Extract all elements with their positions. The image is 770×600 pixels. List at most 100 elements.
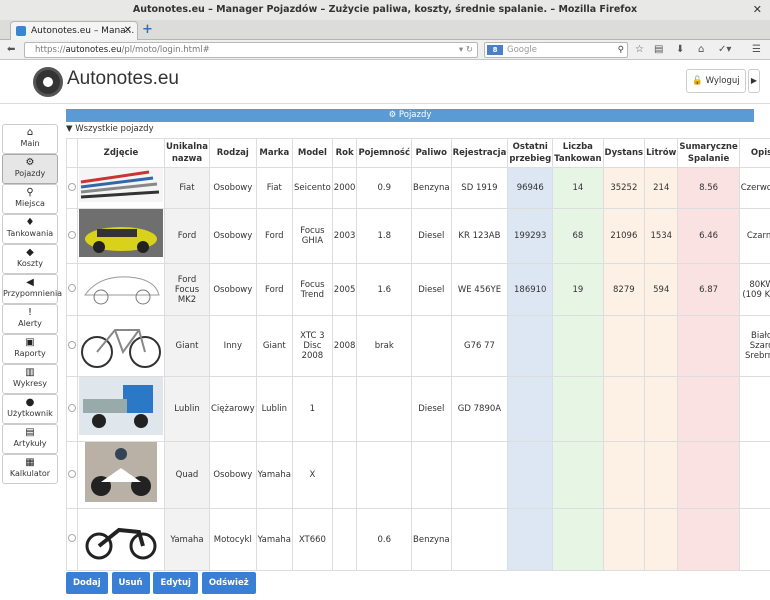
sidebar-item-label: Main (20, 139, 40, 148)
cell-rok (331, 508, 358, 571)
cell-rok (331, 376, 358, 442)
sidebar-item-label: Tankowania (6, 229, 54, 238)
cell-dystans (602, 441, 646, 509)
sidebar-item-main[interactable]: ⌂ Main (2, 124, 58, 154)
column-header: Marka (255, 138, 293, 168)
sidebar-item-artykuły[interactable]: ▤ Artykuły (2, 424, 58, 454)
column-header: Zdjęcie (77, 138, 165, 168)
cell-rodzaj: Motocykl (208, 508, 257, 571)
column-header (66, 138, 78, 168)
new-tab-button[interactable]: + (142, 20, 153, 39)
menu-icon[interactable]: ☰ (752, 42, 761, 58)
add-button[interactable]: Dodaj (66, 572, 108, 594)
row-select-cell[interactable] (66, 508, 78, 571)
row-radio[interactable] (68, 403, 76, 412)
sidebar-item-raporty[interactable]: ▣ Raporty (2, 334, 58, 364)
extension-icon[interactable]: ✓▾ (718, 42, 731, 58)
sidebar-item-pojazdy[interactable]: ⚙ Pojazdy (2, 154, 58, 184)
sidebar-item-użytkownik[interactable]: ● Użytkownik (2, 394, 58, 424)
tab-bar: Autonotes.eu – Mana... ✕ + (0, 20, 770, 40)
download-icon[interactable]: ⬇ (676, 42, 684, 58)
cell-rodzaj: Ciężarowy (208, 376, 257, 442)
cell-opis (738, 508, 770, 571)
row-radio[interactable] (68, 534, 76, 542)
cell-model: XT660 (291, 508, 333, 571)
sidebar-item-label: Alerty (18, 319, 42, 328)
cell-poj: 0.9 (356, 167, 413, 209)
expand-button[interactable]: ▶ (748, 69, 760, 93)
table-row[interactable]: Quad Osobowy Yamaha X (66, 441, 770, 509)
search-input[interactable]: 8 Google ⚲ (484, 42, 628, 58)
vehicle-photo (83, 511, 159, 565)
row-select-cell[interactable] (66, 376, 78, 442)
cell-dystans: 21096 (602, 208, 646, 264)
refresh-button[interactable]: Odśwież (201, 572, 256, 594)
cell-opis (738, 376, 770, 442)
table-row[interactable]: Yamaha Motocykl Yamaha XT660 0.6 Benzyna (66, 508, 770, 571)
search-icon[interactable]: ⚲ (618, 43, 624, 57)
row-radio[interactable] (68, 182, 76, 191)
bookmark-star-icon[interactable]: ☆ (635, 42, 644, 58)
photo-cell (77, 441, 165, 509)
row-radio[interactable] (68, 469, 76, 478)
cell-nazwa: Giant (164, 315, 210, 377)
logout-button[interactable]: 🔓 Wyloguj (686, 69, 746, 93)
filter-label[interactable]: ▼ Wszystkie pojazdy (66, 124, 154, 134)
cell-tank (552, 376, 604, 442)
tab-close-icon[interactable]: ✕ (124, 22, 132, 40)
cell-spalanie: 8.56 (677, 167, 740, 209)
row-radio[interactable] (68, 230, 76, 239)
sidebar-item-label: Pojazdy (14, 169, 46, 178)
back-arrow-icon[interactable]: ⬅ (7, 42, 15, 58)
table-row[interactable]: Ford Osobowy Ford Focus GHIA 2003 1.8 Diesel KR… (66, 208, 770, 264)
row-select-cell[interactable] (66, 208, 78, 264)
vehicle-photo (79, 264, 163, 312)
sidebar-item-alerty[interactable]: ! Alerty (2, 304, 58, 334)
cell-paliwo: Diesel (411, 208, 452, 264)
cell-spalanie: 6.87 (677, 263, 740, 316)
cell-spalanie: 6.46 (677, 208, 740, 264)
favicon-icon (16, 26, 26, 36)
cell-nazwa: Lublin (164, 376, 210, 442)
url-bar[interactable]: https://autonotes.eu/pl/moto/login.html#… (24, 42, 478, 58)
table-row[interactable]: Ford Focus MK2 Osobowy Ford Focus Trend 2005… (66, 263, 770, 316)
panel-title: Pojazdy (398, 110, 432, 120)
cell-model: X (291, 441, 333, 509)
window-close-button[interactable]: ✕ (753, 0, 762, 20)
sidebar-icon: ♦ (25, 217, 35, 228)
edit-button[interactable]: Edytuj (153, 572, 198, 594)
cell-litrow (644, 376, 679, 442)
cell-rej: G76 77 (450, 315, 509, 377)
browser-tab[interactable]: Autonotes.eu – Mana... ✕ (10, 21, 138, 40)
table-row[interactable]: Lublin Ciężarowy Lublin 1 Diesel GD 7890A (66, 376, 770, 442)
cell-litrow: 214 (644, 167, 679, 209)
row-select-cell[interactable] (66, 441, 78, 509)
sidebar-item-kalkulator[interactable]: ▦ Kalkulator (2, 454, 58, 484)
table-row[interactable]: Giant Inny Giant XTC 3 Disc 2008 2008 brak G76… (66, 315, 770, 377)
row-select-cell[interactable] (66, 167, 78, 209)
cell-nazwa: Quad (164, 441, 210, 509)
row-radio[interactable] (68, 284, 76, 292)
row-select-cell[interactable] (66, 263, 78, 316)
reload-icon[interactable]: ▾ ↻ (459, 43, 473, 57)
bookmarks-icon[interactable]: ▤ (654, 42, 663, 58)
search-engine-icon[interactable]: 8 (487, 45, 503, 55)
cell-marka: Lublin (255, 376, 293, 442)
delete-button[interactable]: Usuń (111, 572, 150, 594)
home-icon[interactable]: ⌂ (698, 42, 704, 58)
sidebar-item-koszty[interactable]: ◆ Koszty (2, 244, 58, 274)
sidebar-item-miejsca[interactable]: ⚲ Miejsca (2, 184, 58, 214)
cell-przebieg (507, 441, 554, 509)
cell-rodzaj: Osobowy (208, 167, 257, 209)
sidebar-item-wykresy[interactable]: ▥ Wykresy (2, 364, 58, 394)
sidebar-item-tankowania[interactable]: ♦ Tankowania (2, 214, 58, 244)
sidebar-item-przypomnienia[interactable]: ◀ Przypomnienia (2, 274, 62, 304)
cell-rej (450, 441, 509, 509)
photo-cell (77, 263, 165, 316)
cell-przebieg (507, 376, 554, 442)
cell-tank: 14 (552, 167, 604, 209)
row-radio[interactable] (68, 340, 76, 349)
cell-litrow (644, 441, 679, 509)
row-select-cell[interactable] (66, 315, 78, 377)
table-row[interactable]: Fiat Osobowy Fiat Seicento 2000 0.9 Benzyna SD … (66, 167, 770, 209)
